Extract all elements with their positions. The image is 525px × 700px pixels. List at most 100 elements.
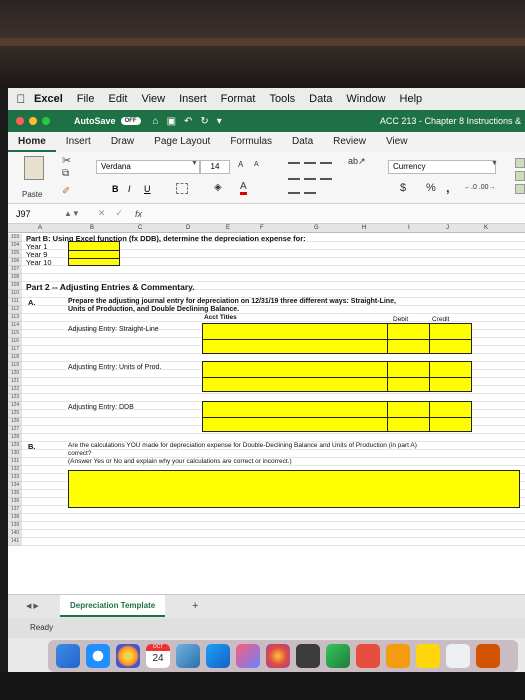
enter-icon[interactable]: ✓ bbox=[115, 208, 123, 219]
row-header[interactable]: 138 bbox=[8, 514, 22, 522]
row-header[interactable]: 110 bbox=[8, 290, 22, 298]
row-header[interactable]: 132 bbox=[8, 466, 22, 474]
increase-font-size-button[interactable]: A bbox=[238, 160, 243, 169]
row-header[interactable]: 135 bbox=[8, 490, 22, 498]
column-header[interactable]: G bbox=[314, 225, 319, 231]
row-header[interactable]: 140 bbox=[8, 530, 22, 538]
row-header[interactable]: 116 bbox=[8, 338, 22, 346]
row-header[interactable]: 109 bbox=[8, 282, 22, 290]
row-header[interactable]: 118 bbox=[8, 354, 22, 362]
underline-button[interactable]: U bbox=[144, 184, 151, 194]
cancel-icon[interactable]: ✕ bbox=[98, 208, 106, 219]
tab-draw[interactable]: Draw bbox=[101, 132, 144, 152]
name-box[interactable]: J97 bbox=[8, 209, 58, 219]
row-header[interactable]: 137 bbox=[8, 506, 22, 514]
zoom-window-button[interactable] bbox=[42, 117, 50, 125]
row-header[interactable]: 120 bbox=[8, 370, 22, 378]
increase-indent-icon[interactable] bbox=[304, 192, 316, 194]
column-header[interactable]: A bbox=[38, 225, 42, 231]
row-header[interactable]: 113 bbox=[8, 314, 22, 322]
facetime-icon[interactable] bbox=[296, 644, 320, 668]
italic-button[interactable]: I bbox=[128, 184, 131, 194]
font-color-icon[interactable]: A bbox=[240, 182, 247, 195]
add-sheet-button[interactable]: + bbox=[192, 600, 198, 612]
menu-insert[interactable]: Insert bbox=[179, 93, 207, 105]
menu-window[interactable]: Window bbox=[346, 93, 385, 105]
part-b-answer-cells[interactable] bbox=[68, 241, 120, 266]
fill-color-icon[interactable]: ◈ bbox=[214, 182, 222, 193]
font-name-select[interactable]: Verdana bbox=[96, 160, 200, 174]
align-center-icon[interactable] bbox=[304, 178, 316, 180]
format-as-table-icon[interactable] bbox=[515, 171, 525, 181]
apple-icon[interactable]:  bbox=[8, 92, 34, 106]
align-bottom-icon[interactable] bbox=[320, 162, 332, 164]
tab-insert[interactable]: Insert bbox=[56, 132, 101, 152]
accounting-format-button[interactable]: $ bbox=[400, 182, 406, 194]
units-of-production-entry-cells[interactable] bbox=[202, 361, 472, 392]
close-window-button[interactable] bbox=[16, 117, 24, 125]
row-header[interactable]: 136 bbox=[8, 498, 22, 506]
align-right-icon[interactable] bbox=[320, 178, 332, 180]
column-header[interactable]: K bbox=[484, 225, 488, 231]
row-header[interactable]: 111 bbox=[8, 298, 22, 306]
cut-icon[interactable]: ✂ bbox=[62, 154, 71, 167]
calendar-icon[interactable]: 24 bbox=[146, 644, 170, 668]
row-header[interactable]: 126 bbox=[8, 418, 22, 426]
row-header[interactable]: 114 bbox=[8, 322, 22, 330]
firefox-icon[interactable] bbox=[116, 644, 140, 668]
format-painter-icon[interactable]: ✐ bbox=[62, 186, 70, 197]
home-icon[interactable]: ⌂ bbox=[153, 116, 159, 127]
row-header[interactable]: 122 bbox=[8, 386, 22, 394]
column-header[interactable]: E bbox=[226, 225, 230, 231]
row-header[interactable]: 124 bbox=[8, 402, 22, 410]
app-icon[interactable] bbox=[476, 644, 500, 668]
chevron-down-icon[interactable]: ▼ bbox=[191, 160, 198, 167]
ddb-entry-cells[interactable] bbox=[202, 401, 472, 432]
menu-file[interactable]: File bbox=[77, 93, 95, 105]
decrease-indent-icon[interactable] bbox=[288, 192, 300, 194]
app-store-icon[interactable] bbox=[206, 644, 230, 668]
align-middle-icon[interactable] bbox=[304, 162, 316, 164]
section-b-answer-box[interactable] bbox=[68, 470, 520, 508]
row-header[interactable]: 108 bbox=[8, 274, 22, 282]
comma-style-button[interactable]: , bbox=[446, 180, 450, 195]
row-header[interactable]: 112 bbox=[8, 306, 22, 314]
row-header[interactable]: 119 bbox=[8, 362, 22, 370]
conditional-formatting-icon[interactable] bbox=[515, 158, 525, 168]
name-box-stepper-icon[interactable]: ▲▼ bbox=[64, 209, 80, 218]
column-header[interactable]: D bbox=[186, 225, 190, 231]
row-header[interactable]: 104 bbox=[8, 242, 22, 250]
bold-button[interactable]: B bbox=[112, 184, 119, 194]
chevron-down-icon[interactable]: ▼ bbox=[491, 160, 498, 167]
paste-label[interactable]: Paste bbox=[22, 190, 42, 199]
row-header[interactable]: 141 bbox=[8, 538, 22, 546]
app-icon[interactable] bbox=[356, 644, 380, 668]
customize-toolbar-icon[interactable]: ▾ bbox=[217, 116, 222, 127]
percent-style-button[interactable]: % bbox=[426, 182, 436, 194]
sheet-navigation-icon[interactable]: ◀ ▶ bbox=[26, 602, 39, 610]
finder-icon[interactable] bbox=[56, 644, 80, 668]
align-left-icon[interactable] bbox=[288, 178, 300, 180]
align-top-icon[interactable] bbox=[288, 162, 300, 164]
row-header[interactable]: 117 bbox=[8, 346, 22, 354]
spreadsheet-grid[interactable]: A B C D E F G H I J K 103 104 105 106 107 108… bbox=[8, 224, 525, 594]
column-header[interactable]: F bbox=[260, 225, 264, 231]
tab-review[interactable]: Review bbox=[323, 132, 376, 152]
copy-icon[interactable]: ⧉ bbox=[62, 168, 69, 179]
row-header[interactable]: 125 bbox=[8, 410, 22, 418]
menu-edit[interactable]: Edit bbox=[108, 93, 127, 105]
number-format-select[interactable]: Currency bbox=[388, 160, 496, 174]
messages-icon[interactable] bbox=[326, 644, 350, 668]
column-header[interactable]: B bbox=[90, 225, 94, 231]
music-icon[interactable] bbox=[236, 644, 260, 668]
pages-icon[interactable] bbox=[386, 644, 410, 668]
row-header[interactable]: 123 bbox=[8, 394, 22, 402]
row-header[interactable]: 130 bbox=[8, 450, 22, 458]
column-header[interactable]: H bbox=[362, 225, 366, 231]
row-header[interactable]: 134 bbox=[8, 482, 22, 490]
row-header[interactable]: 128 bbox=[8, 434, 22, 442]
decimal-buttons[interactable]: ←.0 .00→ bbox=[464, 184, 496, 191]
menu-app-name[interactable]: Excel bbox=[34, 93, 63, 105]
undo-icon[interactable]: ↶ bbox=[184, 116, 192, 127]
tab-formulas[interactable]: Formulas bbox=[220, 132, 282, 152]
